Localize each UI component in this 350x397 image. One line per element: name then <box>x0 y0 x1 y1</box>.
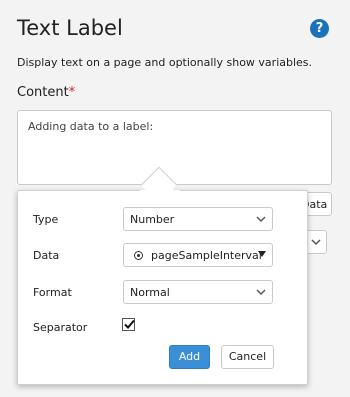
hidden-select[interactable] <box>305 230 327 254</box>
type-label: Type <box>33 213 59 226</box>
caret-down-icon <box>258 251 266 257</box>
format-select-value: Normal <box>130 286 170 299</box>
target-icon <box>134 251 143 260</box>
content-label-text: Content <box>17 85 69 100</box>
content-label: Content* <box>17 85 75 100</box>
separator-checkbox[interactable] <box>122 318 135 331</box>
page-title: Text Label <box>17 16 123 40</box>
format-label: Format <box>33 286 72 299</box>
format-select[interactable]: Normal <box>123 280 273 304</box>
data-label: Data <box>33 249 60 262</box>
page-description: Display text on a page and optionally sh… <box>17 56 313 69</box>
chevron-down-icon <box>256 289 266 296</box>
add-button[interactable]: Add <box>169 345 210 369</box>
chevron-down-icon <box>311 239 321 246</box>
separator-label: Separator <box>33 321 88 334</box>
type-select[interactable]: Number <box>123 207 273 231</box>
popover-arrow-cover <box>140 190 180 200</box>
checkmark-icon <box>124 319 135 329</box>
data-select-value: pageSampleInterval <box>151 249 262 262</box>
data-select[interactable]: pageSampleInterval <box>123 243 273 267</box>
chevron-down-icon <box>256 216 266 223</box>
content-textarea[interactable]: Adding data to a label: <box>17 110 332 185</box>
type-select-value: Number <box>130 213 175 226</box>
required-marker: * <box>68 85 76 100</box>
help-icon[interactable]: ? <box>310 19 329 38</box>
cancel-button[interactable]: Cancel <box>221 345 274 369</box>
